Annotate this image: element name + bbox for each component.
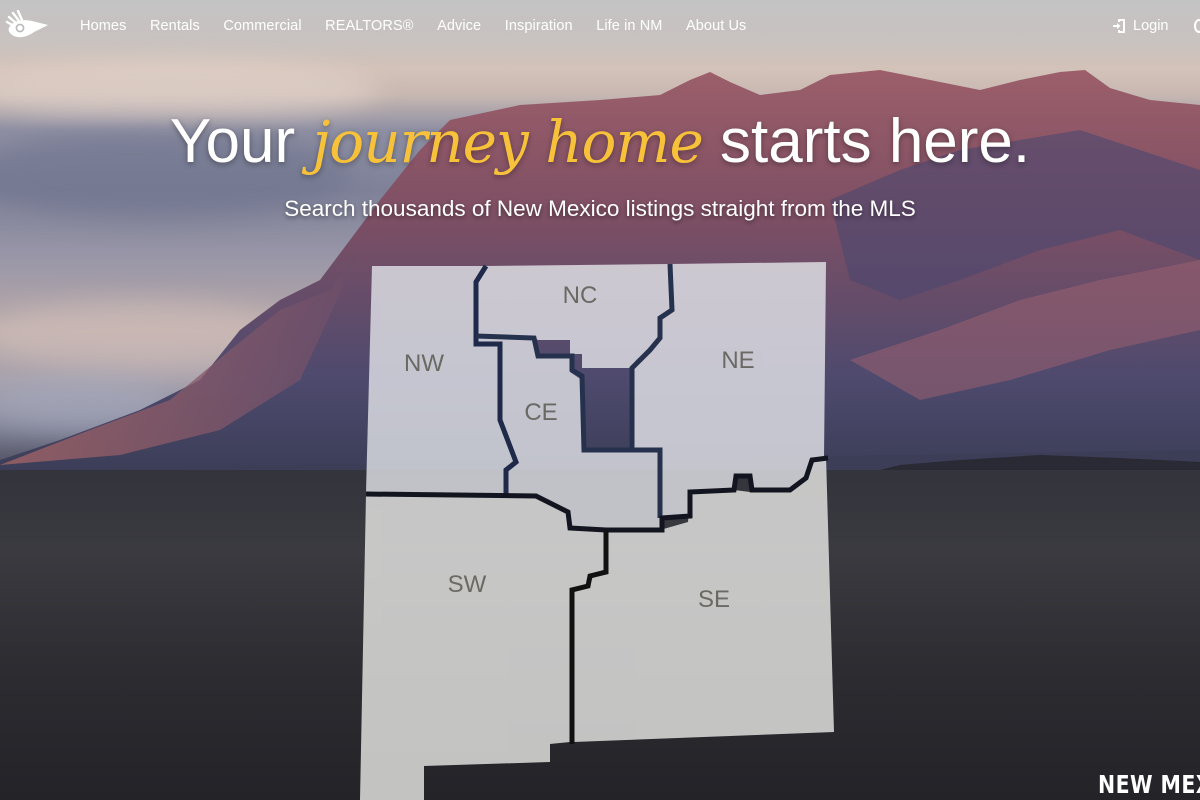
nav-menu: Homes Rentals Commercial REALTORS® Advic… [80, 18, 770, 34]
bird-logo-icon[interactable] [4, 10, 48, 44]
nav-link-homes[interactable]: Homes [80, 18, 126, 34]
region-label-ce: CE [524, 399, 557, 426]
region-label-ne: NE [721, 347, 754, 374]
headline-script-text: journey home [312, 108, 703, 176]
nav-link-about-us[interactable]: About Us [686, 18, 746, 34]
hero-subheadline: Search thousands of New Mexico listings … [284, 196, 916, 221]
nav-link-life-in-nm[interactable]: Life in NM [596, 18, 662, 34]
region-sw[interactable] [360, 494, 606, 800]
login-label: Login [1133, 18, 1169, 34]
headline-suffix: starts here. [702, 107, 1031, 176]
hero-headline: Your journey home starts here. [0, 100, 1200, 184]
user-icon[interactable] [1194, 19, 1200, 33]
nav-link-rentals[interactable]: Rentals [150, 18, 200, 34]
region-label-nc: NC [563, 282, 598, 309]
top-navigation: Homes Rentals Commercial REALTORS® Advic… [0, 0, 1200, 56]
nav-link-commercial[interactable]: Commercial [223, 18, 301, 34]
headline-prefix: Your [169, 107, 313, 176]
brand-stamp: NEW MEX [1098, 770, 1200, 799]
nav-link-inspiration[interactable]: Inspiration [505, 18, 573, 34]
region-label-se: SE [698, 586, 730, 613]
nav-link-advice[interactable]: Advice [437, 18, 481, 34]
region-label-sw: SW [448, 571, 487, 598]
login-door-icon [1113, 19, 1125, 33]
region-label-nw: NW [404, 350, 444, 377]
nav-link-realtors[interactable]: REALTORS® [325, 18, 413, 34]
login-button[interactable]: Login [1112, 18, 1168, 34]
